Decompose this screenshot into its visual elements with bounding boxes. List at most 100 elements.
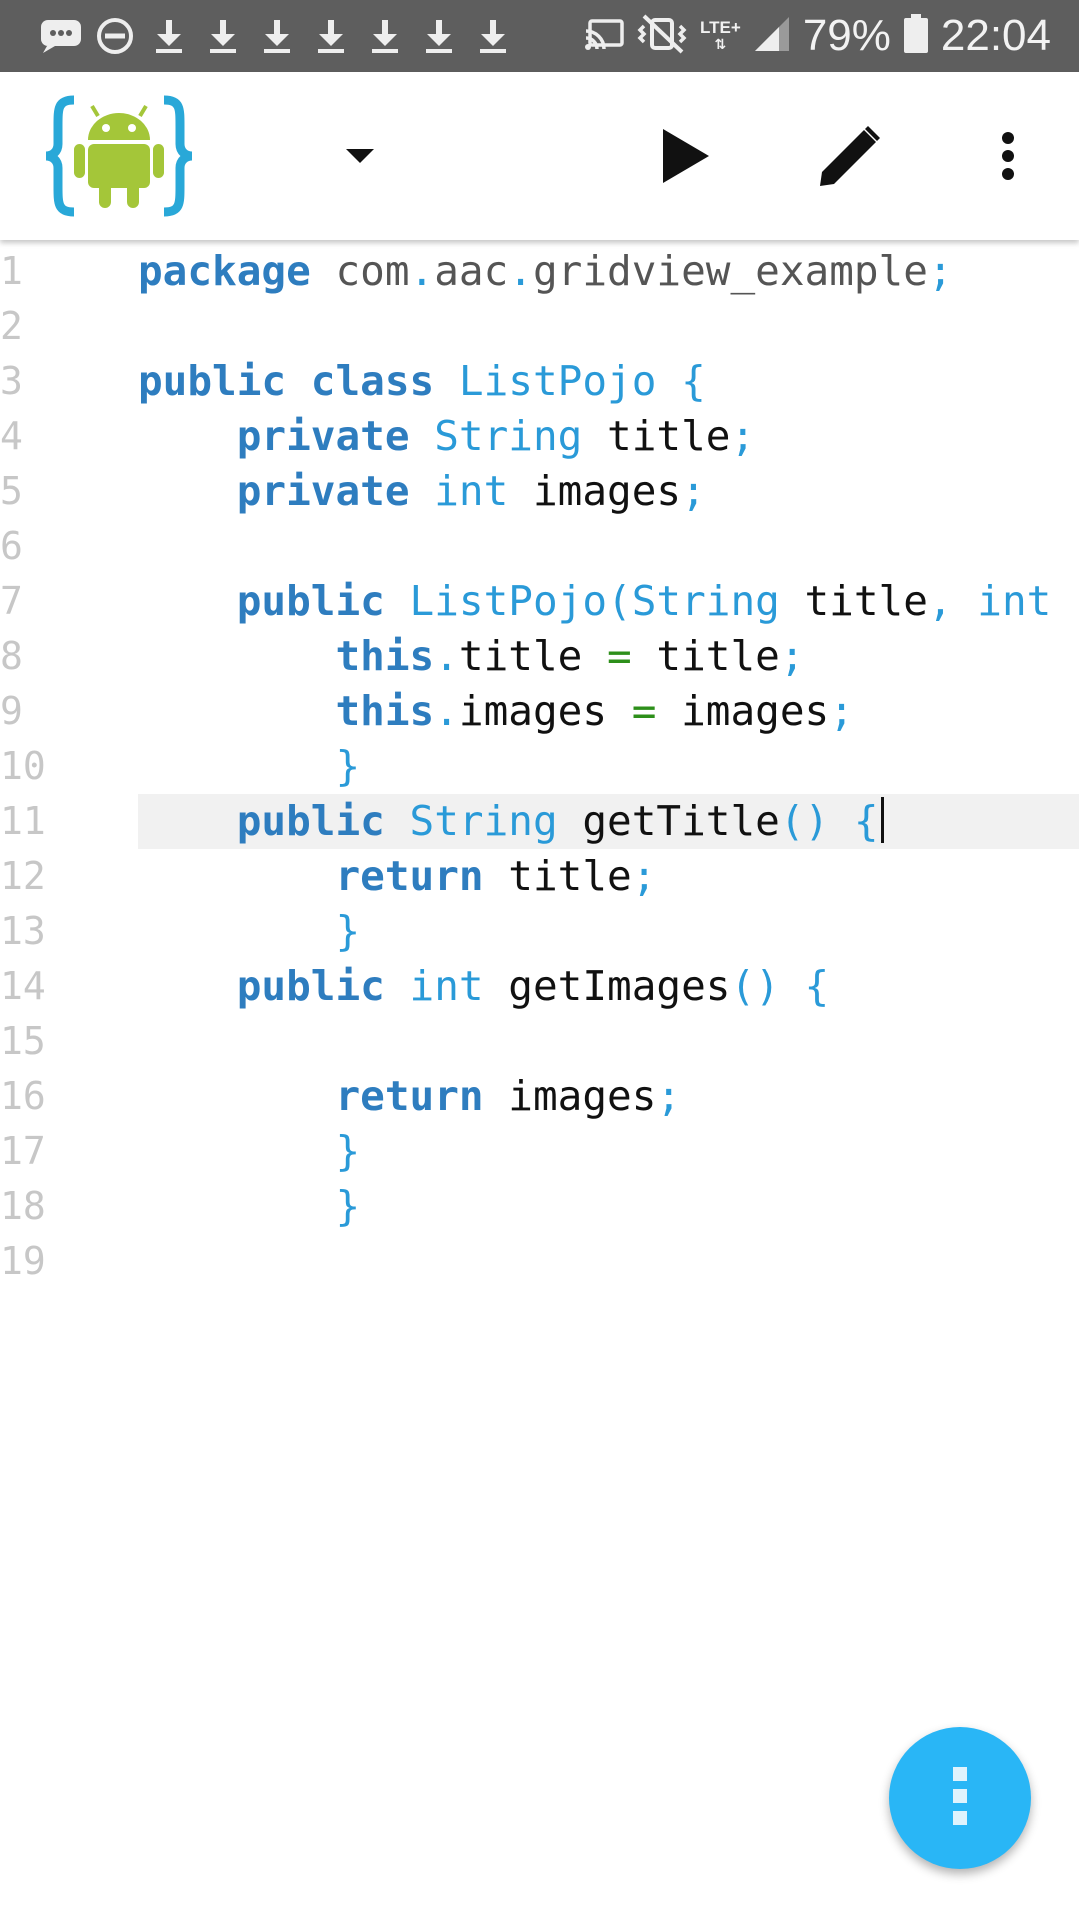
download-icon: [196, 0, 250, 72]
floating-menu-button[interactable]: [889, 1727, 1031, 1869]
code-token: ;: [656, 1072, 682, 1120]
code-token: {: [656, 357, 706, 405]
code-token: title: [779, 577, 928, 625]
code-editor[interactable]: 1 package com.aac.gridview_example; 2 3 publ…: [0, 240, 1079, 1920]
line-number: 5: [0, 469, 23, 513]
code-token: ,: [927, 577, 978, 625]
code-token: images: [483, 1072, 657, 1120]
code-text: package com.aac.gridview_example;: [138, 244, 953, 299]
code-line[interactable]: 18 }: [0, 1179, 1079, 1234]
code-token: String: [434, 412, 583, 460]
code-token: ListPojo: [458, 357, 657, 405]
code-line[interactable]: 8 this.title = title;: [0, 629, 1079, 684]
code-line[interactable]: 15: [0, 1014, 1079, 1069]
download-icon: [412, 0, 466, 72]
code-line[interactable]: 6: [0, 519, 1079, 574]
code-token: title: [631, 632, 780, 680]
code-line[interactable]: 2: [0, 299, 1079, 354]
code-text: this.images = images;: [138, 684, 853, 739]
code-line[interactable]: 13 }: [0, 904, 1079, 959]
code-text: }: [138, 1179, 360, 1234]
line-number: 13: [0, 909, 46, 953]
code-token: private: [236, 412, 410, 460]
code-line[interactable]: 7 public ListPojo(String title, int: [0, 574, 1079, 629]
code-token: .: [434, 632, 459, 680]
network-type-label: LTE+ ⇅: [700, 18, 741, 52]
pencil-icon[interactable]: [805, 116, 895, 196]
cast-icon: [584, 17, 624, 56]
notification-icons: [34, 0, 520, 72]
line-number: 3: [0, 359, 23, 403]
code-line[interactable]: 3 public class ListPojo {: [0, 354, 1079, 409]
code-token: public: [236, 577, 385, 625]
code-token: () {: [779, 797, 879, 845]
code-token: }: [335, 742, 361, 790]
vibrate-mute-icon: [636, 14, 688, 59]
code-text: }: [138, 904, 360, 959]
code-token: images: [508, 467, 682, 515]
code-line[interactable]: 12 return title;: [0, 849, 1079, 904]
code-text: private int images;: [138, 464, 706, 519]
android-braces-logo-icon[interactable]: [44, 94, 194, 218]
code-line[interactable]: 4 private String title;: [0, 409, 1079, 464]
code-token: title: [458, 632, 608, 680]
text-cursor: [880, 797, 884, 843]
code-token: int: [977, 577, 1052, 625]
code-line[interactable]: 17 }: [0, 1124, 1079, 1179]
code-token: ListPojo(String: [409, 577, 780, 625]
code-line[interactable]: 19: [0, 1234, 1079, 1289]
play-icon[interactable]: [640, 116, 730, 196]
code-token: =: [631, 687, 657, 735]
line-number: 12: [0, 854, 46, 898]
code-token: }: [335, 907, 361, 955]
code-text: return title;: [138, 849, 656, 904]
line-number: 7: [0, 579, 23, 623]
line-number: 17: [0, 1129, 46, 1173]
more-vertical-icon[interactable]: [975, 116, 1041, 196]
code-line[interactable]: 14 public int getImages() {: [0, 959, 1079, 1014]
code-token: ;: [927, 247, 953, 295]
code-token: gridview_example: [532, 247, 928, 295]
code-token: .: [434, 687, 459, 735]
code-text: public class ListPojo {: [138, 354, 706, 409]
code-token: title: [582, 412, 731, 460]
code-line[interactable]: 10 }: [0, 739, 1079, 794]
code-token: return: [335, 852, 484, 900]
code-line[interactable]: 9 this.images = images;: [0, 684, 1079, 739]
line-number: 16: [0, 1074, 46, 1118]
download-icon: [250, 0, 304, 72]
code-token: ;: [631, 852, 657, 900]
dropdown-arrow-icon[interactable]: [330, 126, 390, 186]
line-number: 6: [0, 524, 23, 568]
code-text: private String title;: [138, 409, 755, 464]
code-line[interactable]: 5 private int images;: [0, 464, 1079, 519]
code-line[interactable]: 1 package com.aac.gridview_example;: [0, 244, 1079, 299]
code-token: ;: [779, 632, 805, 680]
code-text: }: [138, 1124, 360, 1179]
line-number: 9: [0, 689, 23, 733]
battery-percent: 79%: [802, 11, 891, 60]
code-token: }: [335, 1182, 361, 1230]
code-line[interactable]: 16 return images;: [0, 1069, 1079, 1124]
code-token: getImages: [483, 962, 731, 1010]
code-line[interactable]: 11 public String getTitle() {: [0, 794, 1079, 849]
code-token: aac: [434, 247, 509, 295]
code-text: public ListPojo(String title, int: [138, 574, 1052, 629]
code-token: int: [409, 962, 484, 1010]
code-token: images: [458, 687, 632, 735]
download-icon: [304, 0, 358, 72]
